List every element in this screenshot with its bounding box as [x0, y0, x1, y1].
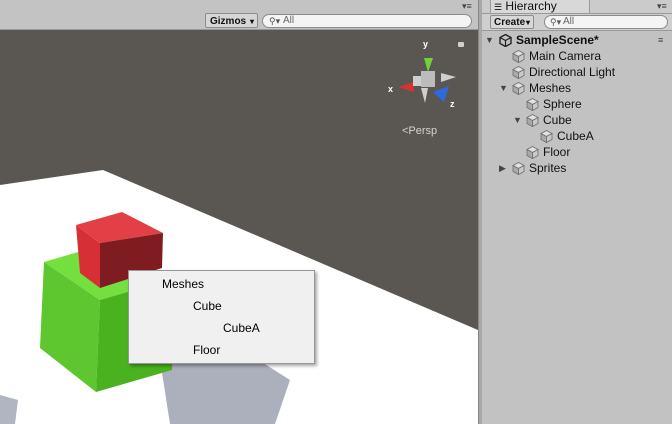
kebab-menu-icon[interactable]: ▾≡ [462, 1, 472, 12]
context-menu-item[interactable]: Cube [193, 299, 222, 313]
gizmo-z-label[interactable]: z [450, 99, 455, 109]
tab-hierarchy[interactable]: ☰ Hierarchy [490, 0, 590, 13]
hierarchy-item[interactable]: Directional Light [482, 64, 672, 80]
gameobject-icon [526, 146, 539, 160]
hierarchy-item-label: Floor [543, 145, 571, 159]
context-menu-item[interactable]: Meshes [162, 277, 204, 291]
gizmo-y-label[interactable]: y [423, 39, 428, 49]
hierarchy-panel: ☰ Hierarchy ▾≡ Create ▾ ⚲▾ All ▼ SampleS… [482, 0, 672, 424]
create-label: Create [494, 17, 526, 28]
gameobject-icon [526, 98, 539, 112]
gameobject-icon [526, 114, 539, 128]
context-menu-item[interactable]: CubeA [223, 321, 260, 335]
gameobject-icon [512, 82, 525, 96]
search-icon: ⚲▾ [550, 17, 562, 27]
search-icon: ⚲▾ [269, 16, 281, 26]
hierarchy-item-label: Cube [543, 113, 572, 127]
gameobject-icon [512, 66, 525, 80]
hierarchy-item-label: Main Camera [529, 49, 602, 63]
hierarchy-item[interactable]: ▶ Sprites [482, 160, 672, 176]
scene-search-input[interactable]: ⚲▾ All [262, 14, 472, 28]
dropdown-caret-icon: ▾ [525, 18, 530, 27]
hierarchy-search-input[interactable]: ⚲▾ All [544, 15, 668, 29]
hierarchy-item[interactable]: Sphere [482, 96, 672, 112]
hierarchy-item-label: Sphere [543, 97, 582, 111]
lock-icon[interactable] [458, 42, 464, 47]
list-icon: ☰ [494, 2, 503, 12]
unity-logo-icon [499, 34, 512, 47]
scene-toolbar: ▾≡ Gizmos ▾ ⚲▾ All [0, 0, 478, 30]
gizmos-dropdown[interactable]: Gizmos ▾ [205, 13, 258, 28]
gameobject-icon [512, 50, 525, 64]
gameobject-icon [512, 162, 525, 176]
hierarchy-tab-bar: ☰ Hierarchy ▾≡ [482, 0, 672, 14]
kebab-menu-icon[interactable]: ▾≡ [657, 1, 667, 12]
scene-options-icon[interactable]: ≡ [658, 32, 663, 48]
selection-context-menu: Meshes Cube CubeA Floor [128, 270, 315, 364]
expand-arrow-icon[interactable]: ▼ [513, 112, 522, 128]
hierarchy-item-label: Directional Light [529, 65, 616, 79]
hierarchy-toolbar: Create ▾ ⚲▾ All [482, 14, 672, 31]
hierarchy-item[interactable]: ▼ Meshes [482, 80, 672, 96]
gameobject-icon [540, 130, 553, 144]
hierarchy-item[interactable]: Floor [482, 144, 672, 160]
gizmo-x-label[interactable]: x [388, 84, 393, 94]
scene-root-row[interactable]: ▼ SampleScene* ≡ [482, 32, 672, 48]
context-menu-item[interactable]: Floor [193, 343, 220, 357]
hierarchy-item[interactable]: CubeA [482, 128, 672, 144]
search-placeholder: All [563, 16, 575, 27]
dropdown-caret-icon: ▾ [249, 17, 254, 26]
tab-label: Hierarchy [505, 0, 557, 13]
scene-view[interactable]: ▾≡ Gizmos ▾ ⚲▾ All y x z <Persp Meshes C… [0, 0, 478, 424]
cube-shadow-left [0, 395, 18, 424]
gizmos-label: Gizmos [210, 16, 247, 27]
expand-arrow-icon[interactable]: ▼ [499, 80, 508, 96]
scene-viewport[interactable] [0, 29, 478, 424]
scene-name: SampleScene* [516, 33, 599, 47]
hierarchy-item-label: CubeA [557, 129, 594, 143]
hierarchy-item[interactable]: ▼ Cube [482, 112, 672, 128]
expand-arrow-icon[interactable]: ▼ [485, 32, 494, 48]
hierarchy-item-label: Meshes [529, 81, 572, 95]
create-dropdown[interactable]: Create ▾ [490, 15, 534, 29]
search-placeholder: All [283, 15, 295, 26]
projection-toggle[interactable]: <Persp [402, 125, 437, 137]
collapse-arrow-icon[interactable]: ▶ [499, 160, 506, 176]
hierarchy-item[interactable]: Main Camera [482, 48, 672, 64]
hierarchy-item-label: Sprites [529, 161, 567, 175]
